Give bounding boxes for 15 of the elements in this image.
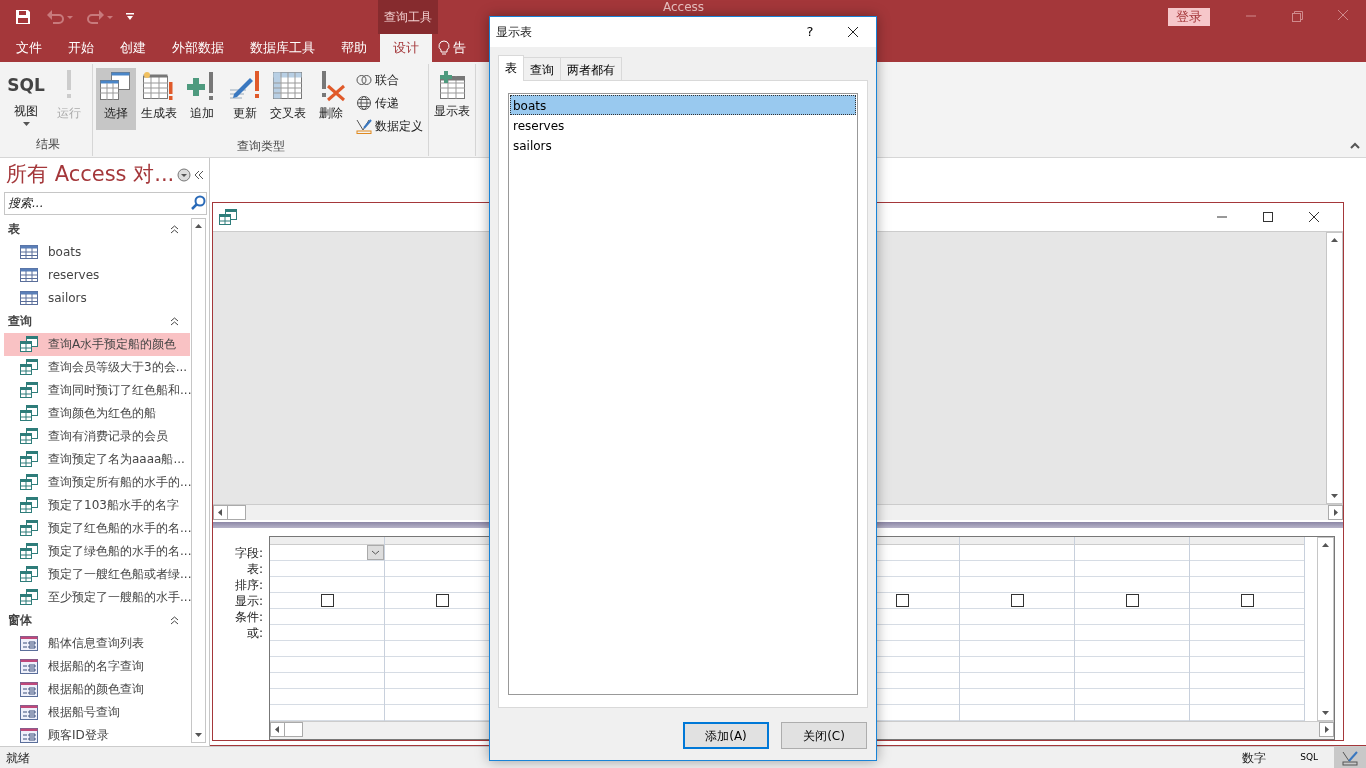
row-label: 排序: [234,578,263,592]
row-label: 条件: [234,610,263,624]
row-label: 显示: [234,594,263,608]
group-label: 结果 [34,136,61,153]
status-text: 就绪 [6,749,30,767]
window-title: Access [663,0,705,14]
row-label: 字段: [234,546,263,560]
context-tab-label: 查询工具 [384,9,432,26]
pane-title: 所有 Access 对... [6,161,175,189]
group-label: 查询类型 [235,138,286,155]
sql-label: SQL [7,74,45,97]
row-label: 表: [246,562,263,576]
dialog-title: 显示表 [496,24,532,41]
status-mode: 数字 [1242,749,1267,767]
row-label: 或: [246,626,263,640]
